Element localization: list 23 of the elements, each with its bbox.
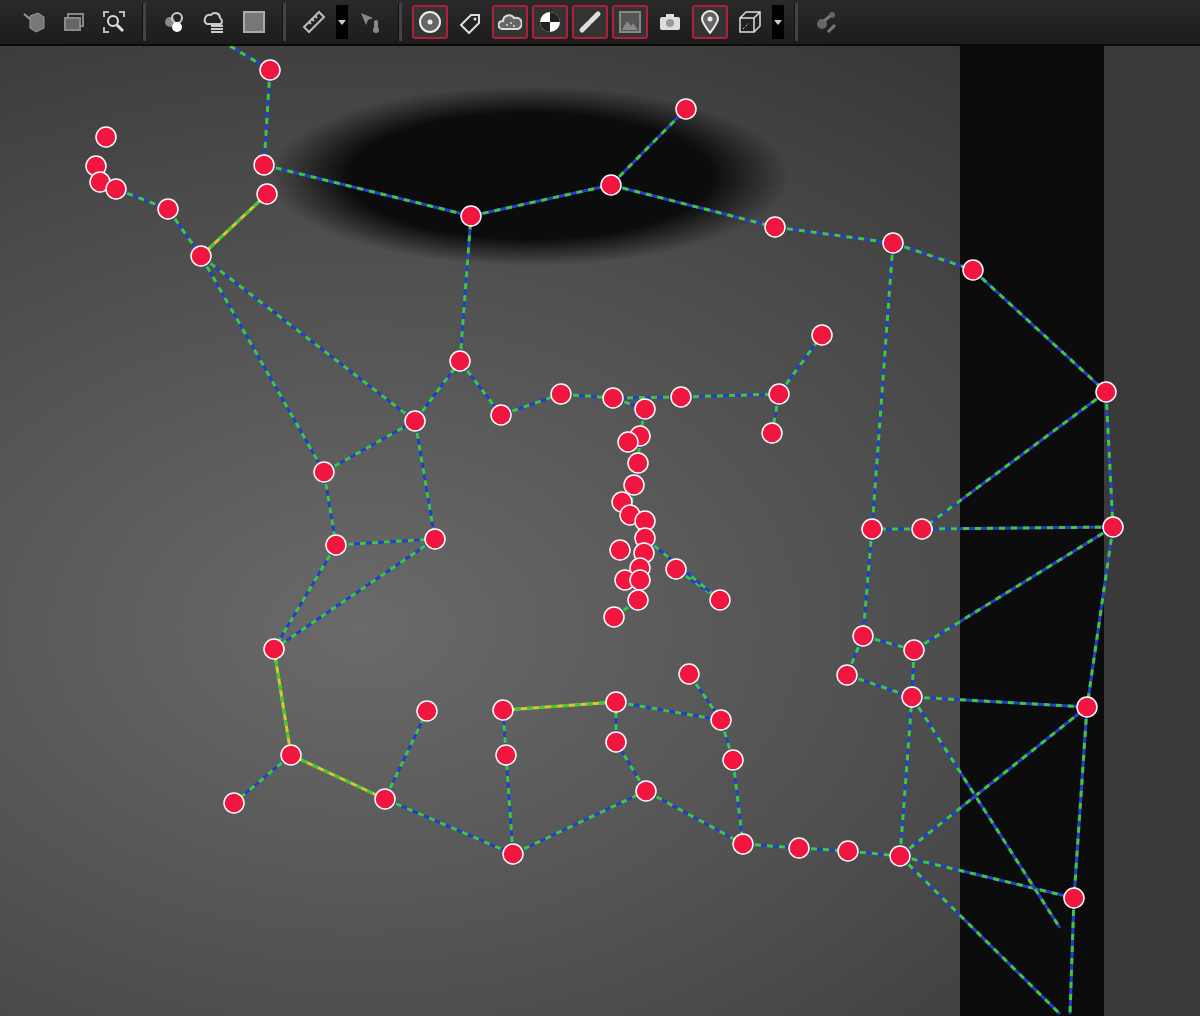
dropdown-button[interactable]: [336, 5, 348, 39]
square-icon: [242, 10, 266, 34]
map-pin-icon: [698, 10, 722, 34]
image-tool[interactable]: [612, 5, 648, 39]
link-tool[interactable]: [572, 5, 608, 39]
caret-icon: [338, 19, 346, 25]
dropdown-button[interactable]: [772, 5, 784, 39]
windows-icon: [62, 10, 86, 34]
target-tool[interactable]: [412, 5, 448, 39]
cloud-tool[interactable]: [492, 5, 528, 39]
zoom-icon: [102, 10, 126, 34]
checker-target-tool[interactable]: [532, 5, 568, 39]
ruler-icon: [302, 10, 326, 34]
box-icon: [738, 10, 762, 34]
map-pin-tool[interactable]: [692, 5, 728, 39]
pointer-icon: [358, 10, 382, 34]
node-pencil-icon: [814, 10, 838, 34]
image-icon: [618, 10, 642, 34]
cloud-icon: [202, 10, 226, 34]
circles-icon: [162, 10, 186, 34]
checker-target-icon: [538, 10, 562, 34]
caret-icon: [774, 19, 782, 25]
target-icon: [418, 10, 442, 34]
